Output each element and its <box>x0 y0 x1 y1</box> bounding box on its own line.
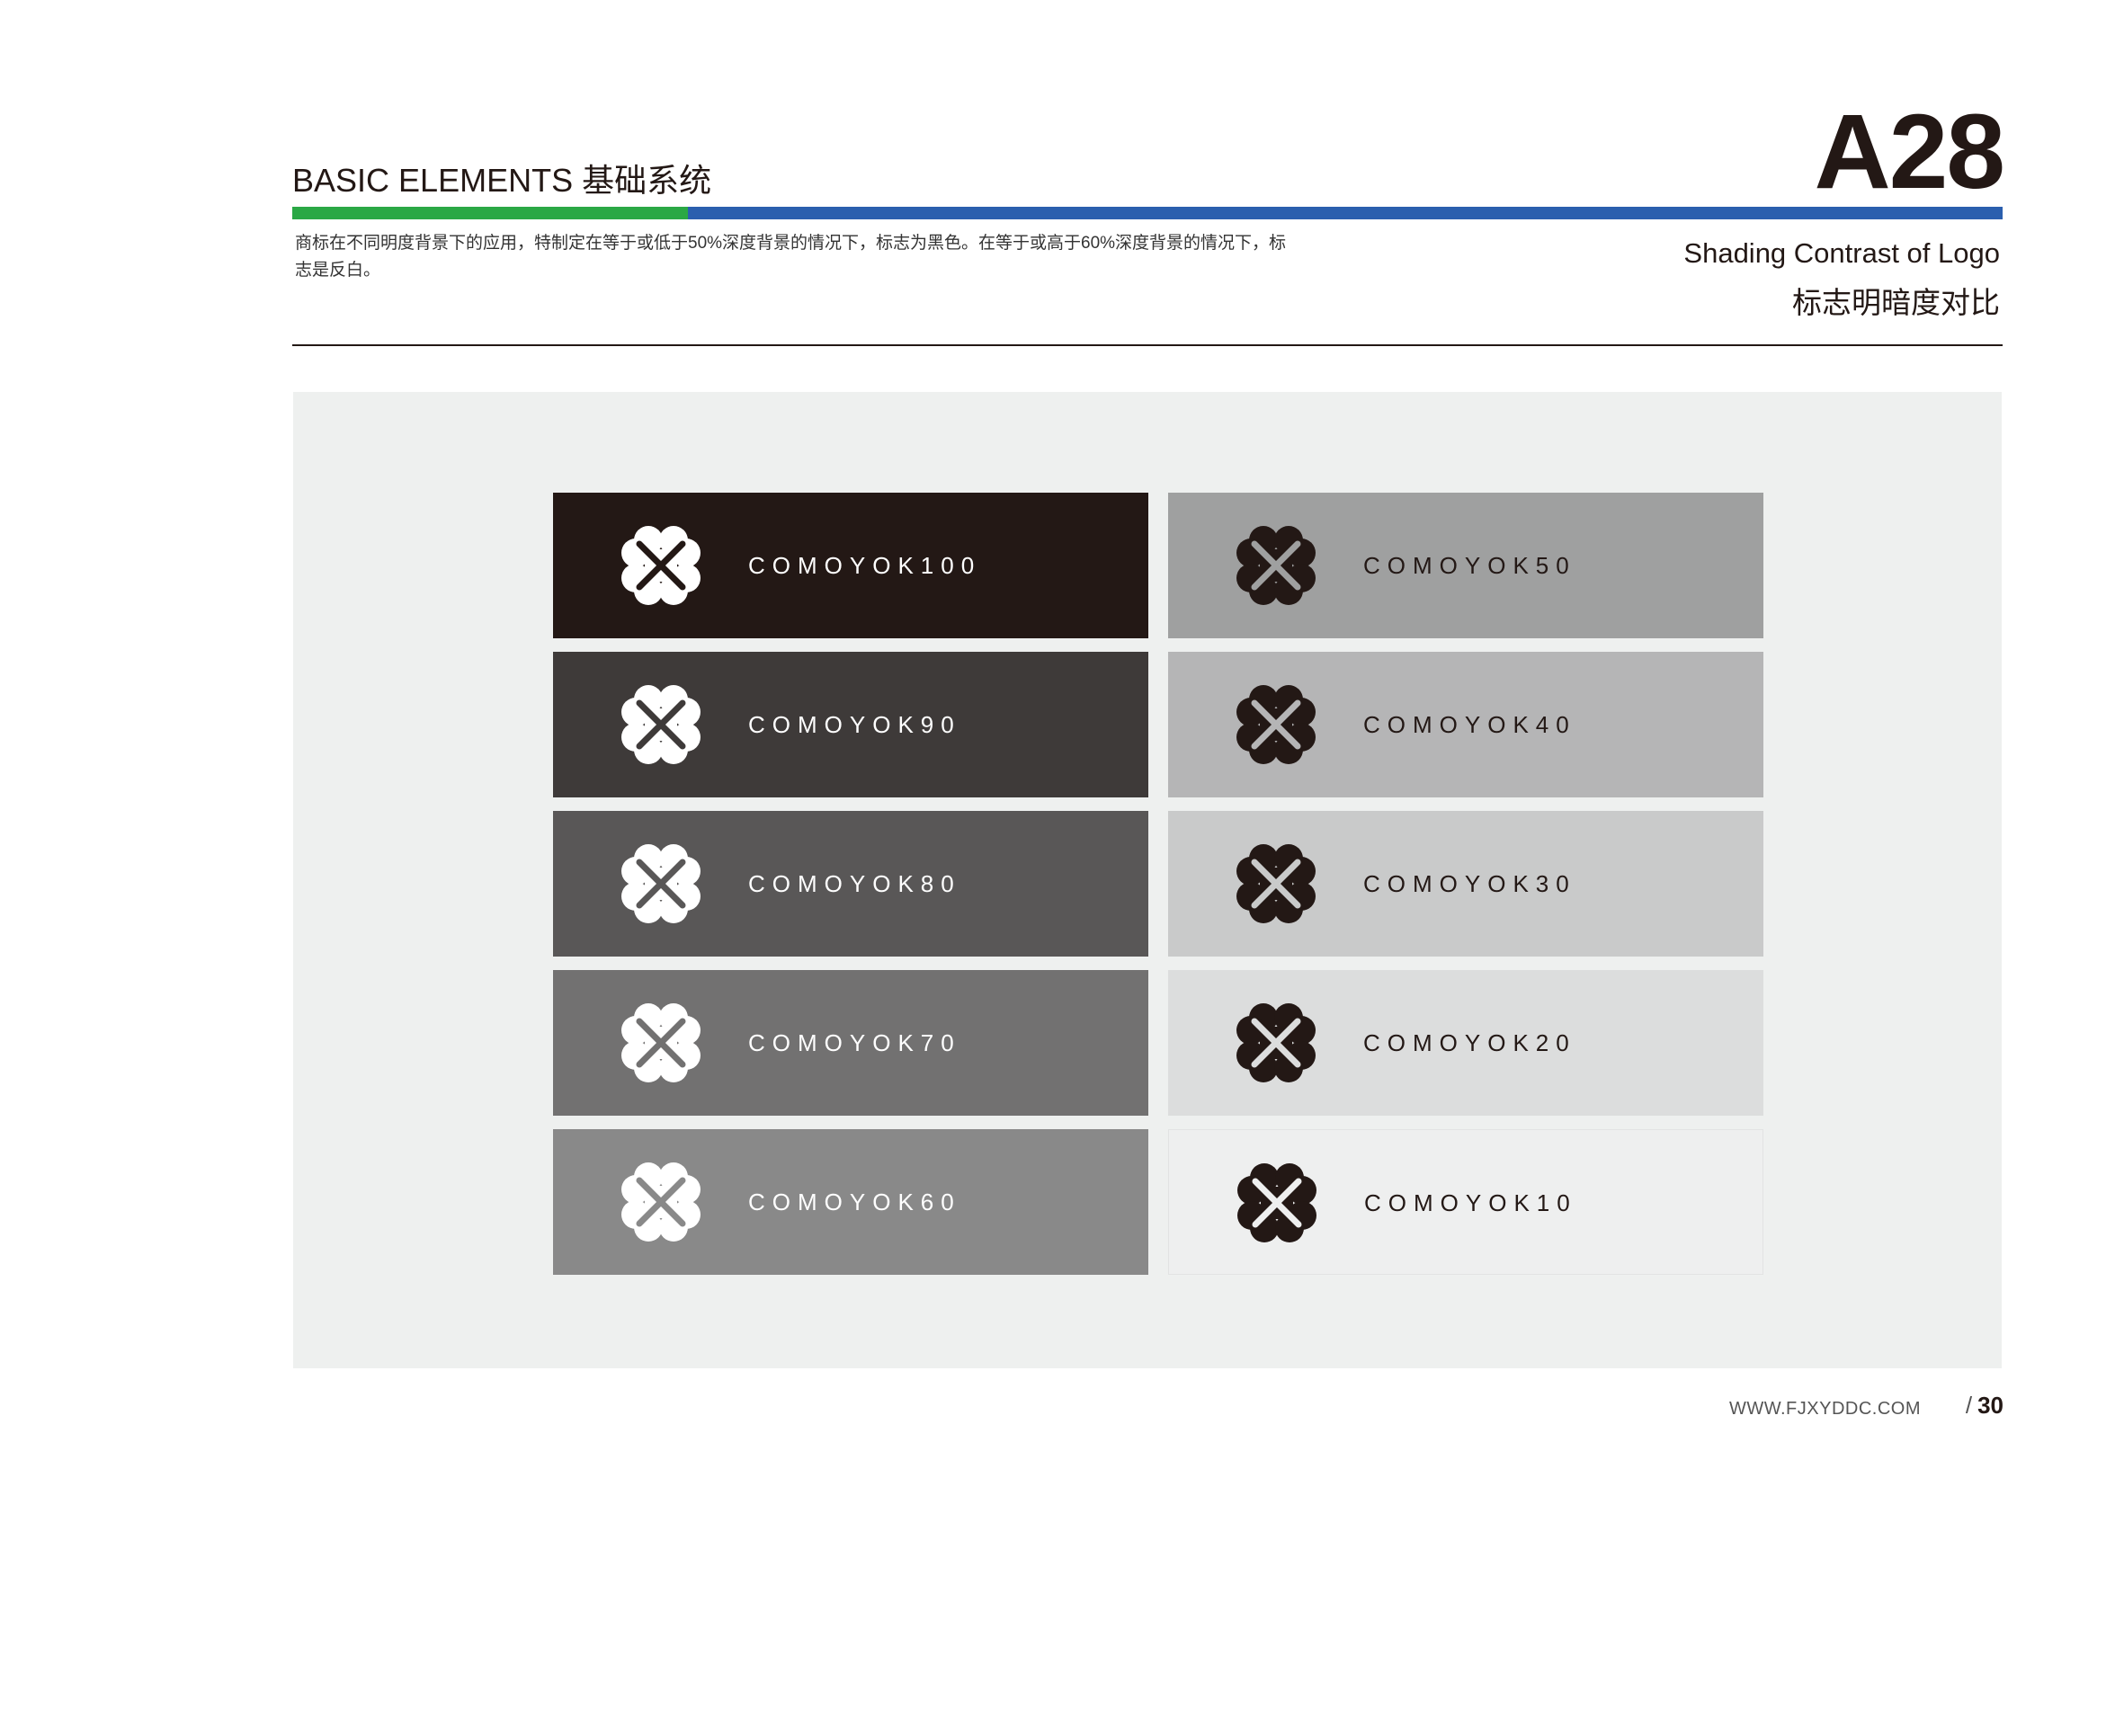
watermark: WISDOM 众智原宇 UNION <box>1179 1646 1539 1736</box>
page-code: A28 <box>1814 93 2005 211</box>
watermark-line-1: WISDOM 众智原宇 <box>1179 1644 1515 1688</box>
divider-rule <box>292 344 2003 346</box>
swatch-comoyok20: COMOYOK20 <box>1168 970 1763 1116</box>
clover-logo-icon <box>612 1153 709 1251</box>
clover-logo-icon <box>612 994 709 1091</box>
section-title-en: BASIC ELEMENTS <box>292 162 574 199</box>
swatch-label: COMOYOK80 <box>748 869 961 897</box>
swatch-label: COMOYOK30 <box>1363 869 1576 897</box>
watermark-line-2: UNION <box>1179 1686 1307 1730</box>
swatch-comoyok90: COMOYOK90 <box>553 652 1148 797</box>
footer-url: WWW.FJXYDDC.COM <box>1728 1399 1921 1419</box>
swatch-comoyok10: COMOYOK10 <box>1168 1129 1763 1275</box>
swatch-label: COMOYOK100 <box>748 551 982 579</box>
swatch-canvas: COMOYOK100 COMOYOK90 COMOYOK80 COMOYOK70… <box>293 392 2002 1729</box>
color-bar <box>292 207 2003 219</box>
swatch-comoyok60: COMOYOK60 <box>553 1129 1148 1275</box>
clover-logo-icon <box>612 676 709 773</box>
swatch-comoyok80: COMOYOK80 <box>553 811 1148 957</box>
section-title: BASIC ELEMENTS 基础系统 <box>292 155 711 201</box>
clover-logo-icon <box>1227 517 1325 614</box>
swatch-label: COMOYOK60 <box>748 1188 961 1215</box>
clover-logo-icon <box>612 517 709 614</box>
swatch-comoyok70: COMOYOK70 <box>553 970 1148 1116</box>
swatch-comoyok100: COMOYOK100 <box>553 493 1148 638</box>
section-title-cn: 基础系统 <box>582 162 712 199</box>
swatch-label: COMOYOK70 <box>748 1028 961 1056</box>
clover-logo-icon <box>1228 1154 1325 1251</box>
clover-logo-icon <box>1227 994 1325 1091</box>
page-number: 30 <box>1977 1392 2004 1419</box>
color-bar-blue <box>688 207 2003 219</box>
clover-logo-icon <box>612 835 709 932</box>
swatch-label: COMOYOK90 <box>748 710 961 738</box>
swatch-label: COMOYOK10 <box>1364 1188 1577 1216</box>
color-bar-green <box>292 207 688 219</box>
swatch-label: COMOYOK20 <box>1363 1028 1576 1056</box>
swatch-comoyok50: COMOYOK50 <box>1168 493 1763 638</box>
swatch-comoyok40: COMOYOK40 <box>1168 652 1763 797</box>
subtitle-cn: 标志明暗度对比 <box>1792 286 2000 319</box>
swatch-comoyok30: COMOYOK30 <box>1168 811 1763 957</box>
clover-logo-icon <box>1227 676 1325 773</box>
clover-logo-icon <box>1227 835 1325 932</box>
footer-page-number: /30 <box>1965 1392 2004 1419</box>
swatch-label: COMOYOK50 <box>1363 551 1576 579</box>
swatch-label: COMOYOK40 <box>1363 710 1576 738</box>
description-text: 商标在不同明度背景下的应用，特制定在等于或低于50%深度背景的情况下，标志为黑色… <box>295 234 1287 280</box>
subtitle-en: Shading Contrast of Logo <box>1683 237 2000 269</box>
